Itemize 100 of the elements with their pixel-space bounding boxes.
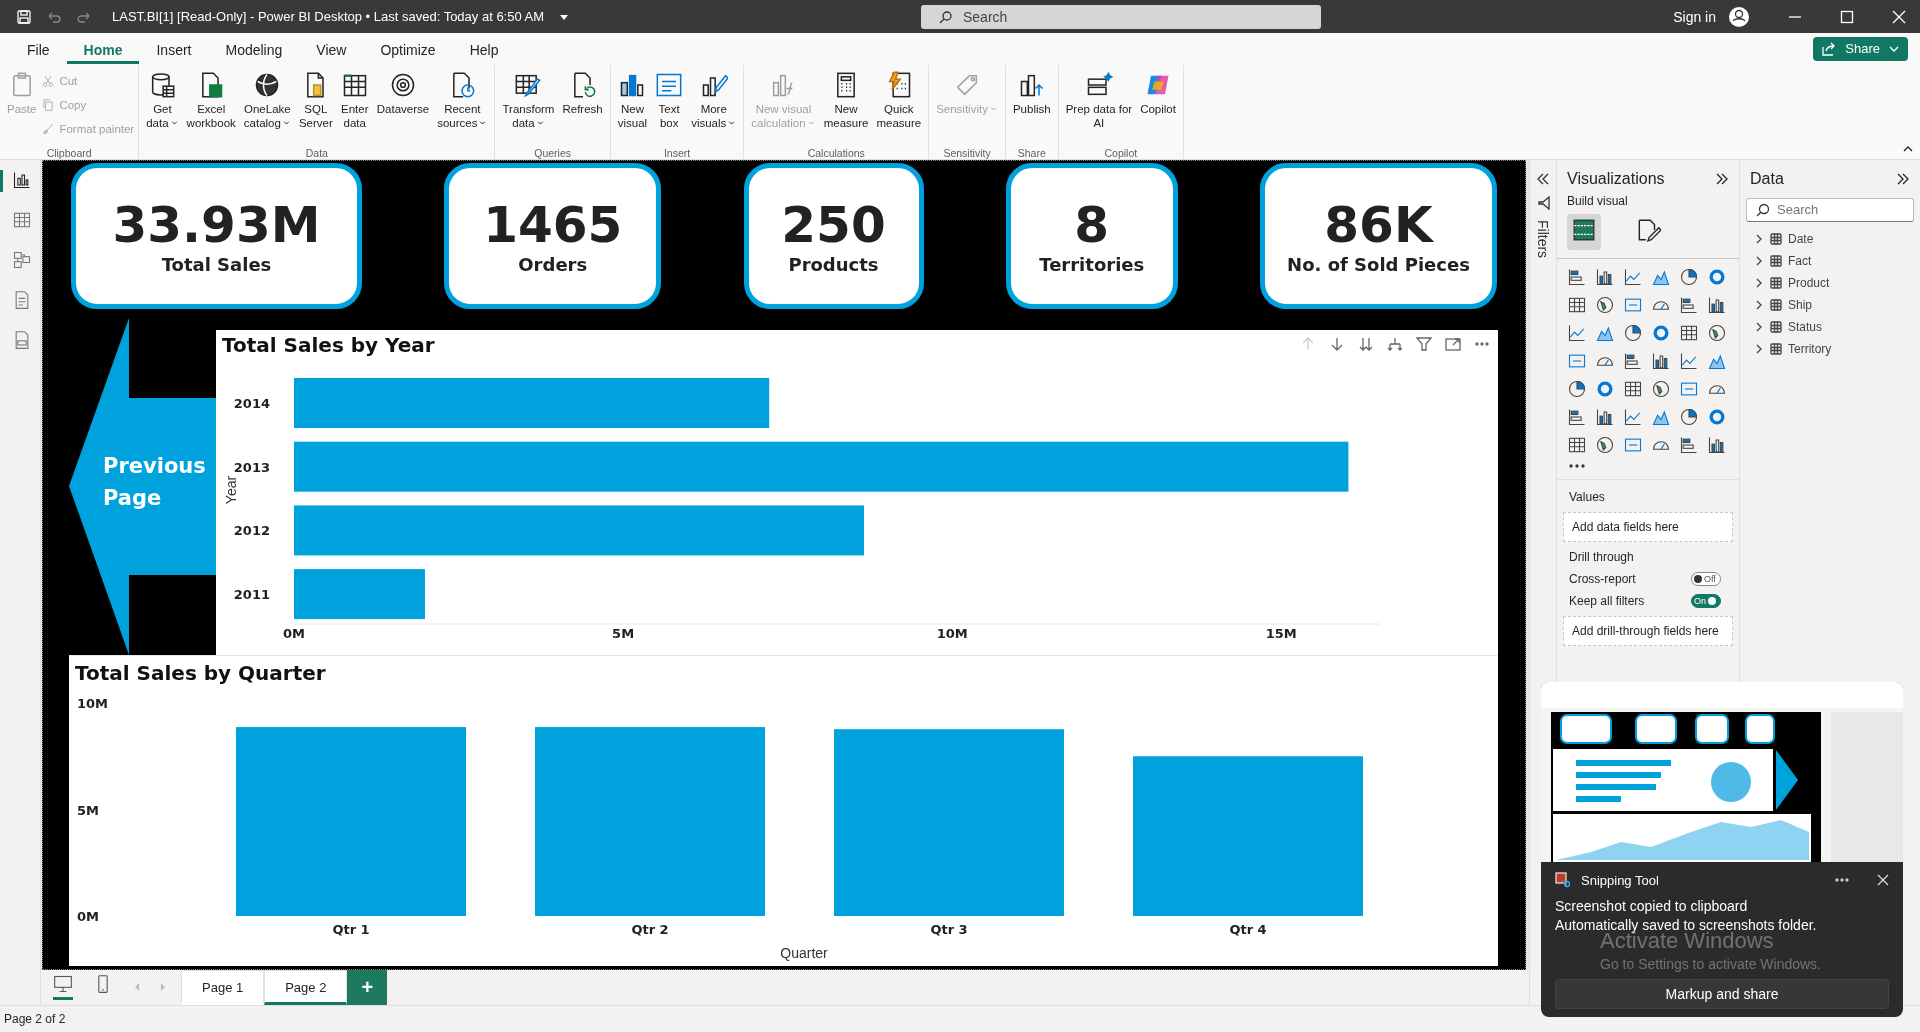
kpi-value: 250 [781,196,886,255]
table-icon [1770,342,1782,355]
ribbon-button[interactable]: Text box [652,68,687,132]
add-page-button[interactable]: + [347,969,388,1005]
close-icon[interactable] [1877,874,1889,886]
kpi-value: 1465 [483,196,623,255]
axis-label: 10M [77,695,109,711]
ribbon-button[interactable]: Transform data [499,68,558,132]
more-icon[interactable] [1835,878,1849,882]
monitor-icon[interactable] [53,974,73,1001]
axis-title: Year [223,475,239,504]
drop-zone[interactable]: Add data fields here [1563,511,1733,542]
filters-pane-label[interactable]: Filters [1535,219,1551,258]
scissors-icon [41,73,56,88]
menu-tab[interactable]: Modeling [208,33,300,64]
table-item[interactable]: Product [1740,273,1920,292]
axis-title: Quarter [780,944,828,961]
ribbon-button[interactable]: Quick measure [873,68,925,132]
double-chevron-left-icon[interactable] [1536,171,1550,186]
ribbon-button[interactable]: Excel workbook [183,68,239,132]
ribbon-button[interactable]: Prep data for AI [1062,68,1136,132]
menu-tab[interactable]: File [10,33,67,64]
down-arrow-icon[interactable] [1329,335,1345,352]
axis-label: 10M [936,625,968,641]
ribbon-button[interactable]: OneLake catalog [240,68,294,132]
table-item[interactable]: Fact [1740,251,1920,270]
toggle-label: Cross-report [1569,571,1636,586]
globe-icon[interactable] [1595,294,1615,315]
axis-label: 2013 [233,459,270,475]
table-item[interactable]: Date [1740,229,1920,248]
window-title: LAST.BI[1] [Read-Only] - Power BI Desktop • Last saved: Today at 6:50 AM [112,9,545,25]
markup-button[interactable]: Markup and share [1555,979,1889,1009]
table-icon [1770,298,1782,311]
filter-icon[interactable] [1536,195,1550,210]
axis-label: 2014 [233,395,270,411]
ribbon-button[interactable]: Copilot [1137,68,1179,118]
ribbon-button[interactable]: More visuals [688,68,740,132]
double-chevron-right-icon[interactable] [1896,171,1910,186]
kpi-label: Total Sales [161,254,272,276]
section-label: Values [1568,489,1606,504]
table-item[interactable]: Ship [1740,295,1920,314]
search-icon [1756,202,1770,217]
filter-icon[interactable] [1416,335,1432,352]
pie-chart-icon[interactable] [1679,406,1699,427]
pie-chart-icon[interactable] [1567,378,1587,399]
menu-tab[interactable]: Optimize [363,33,453,64]
avatar-icon[interactable] [1728,5,1750,28]
pie-chart-icon[interactable] [1623,322,1643,343]
pie-chart-icon[interactable] [1679,266,1699,287]
maximize-icon[interactable] [1840,9,1854,24]
axis-label: Qtr 2 [631,921,669,937]
kpi-label: Orders [518,254,588,276]
menu-tab[interactable]: View [299,33,364,64]
more-icon[interactable] [1569,462,1585,469]
kpi-value: 8 [1074,196,1110,255]
menu-tab[interactable]: Insert [139,33,209,64]
status-text: Page 2 of 2 [4,1011,66,1026]
ribbon-button[interactable]: Enter data [337,68,372,132]
sign-in-link[interactable]: Sign in [1673,8,1716,25]
build-visual-tab[interactable] [1567,213,1601,250]
search-field[interactable]: Search [921,4,1321,29]
focus-mode-icon[interactable] [1445,335,1461,352]
brush-icon [41,121,56,136]
table-icon [1770,254,1782,267]
model-icon[interactable] [11,249,32,270]
ribbon-button[interactable]: Refresh [559,68,606,118]
ribbon-button[interactable]: Recent sources [434,68,491,132]
menu-tab[interactable]: Help [452,33,516,64]
notification-title: Screenshot copied to clipboard [1554,897,1749,914]
save-icon[interactable] [16,8,32,25]
group-label: Copilot [1103,146,1139,159]
double-down-arrow-icon[interactable] [1358,335,1374,352]
table-item[interactable]: Territory [1740,339,1920,358]
left-arrow-icon [69,317,216,655]
share-button[interactable]: Share [1813,36,1908,61]
toggle-switch[interactable]: On [1691,593,1721,608]
globe-icon[interactable] [1707,322,1727,343]
table-item[interactable]: Status [1740,317,1920,336]
ribbon-button[interactable]: New visual [614,68,651,132]
ribbon-button[interactable]: SQL Server [295,68,336,132]
drop-zone[interactable]: Add drill-through fields here [1563,615,1733,646]
axis-label: 2012 [233,523,270,538]
globe-icon[interactable] [1651,378,1671,399]
page-tab[interactable]: Page 1 [181,969,265,1005]
toggle-switch[interactable]: Off [1691,571,1721,586]
kpi-label: No. of Sold Pieces [1287,254,1470,276]
search-field[interactable]: Search [1746,197,1914,222]
axis-label: 15M [1265,625,1297,641]
kpi-value: 33.93M [112,196,321,255]
ribbon-button[interactable]: New measure [820,68,872,132]
ribbon-button[interactable]: Get data [143,68,182,132]
ribbon-button[interactable]: Publish [1009,68,1054,118]
axis-label: Qtr 4 [1229,921,1267,937]
globe-icon[interactable] [1595,434,1615,455]
ribbon-button[interactable]: Dataverse [373,68,433,118]
double-chevron-right-icon[interactable] [1715,171,1729,186]
fork-arrow-icon[interactable] [1387,335,1403,352]
group-label: Insert [662,146,692,159]
kpi-value: 86K [1324,196,1433,255]
page-tab[interactable]: Page 2 [264,969,348,1005]
